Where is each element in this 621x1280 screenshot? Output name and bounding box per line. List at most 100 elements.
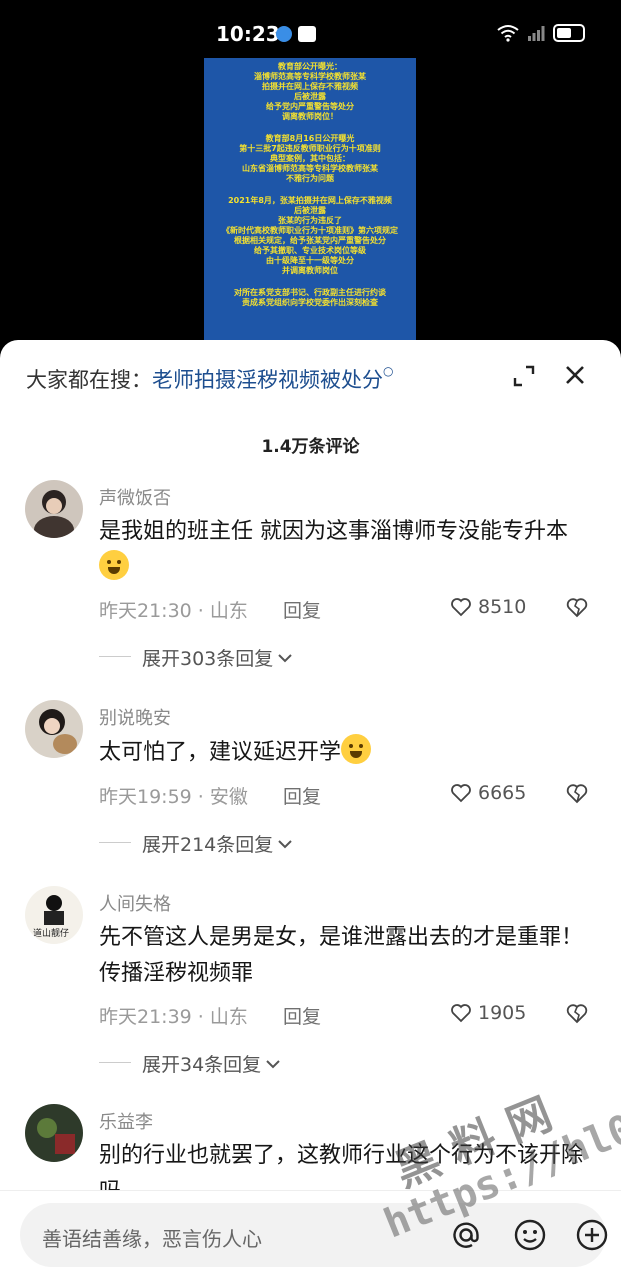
poster-line: 不雅行为问题 bbox=[286, 174, 334, 183]
sweat-smile-emoji-icon bbox=[99, 550, 129, 580]
poster-line: 《新时代高校教师职业行为十项准则》第六项规定 bbox=[222, 226, 398, 235]
comment-input-bar: 善语结善缘，恶言伤人心 bbox=[0, 1190, 621, 1280]
comment-text: 先不管这人是男是女，是谁泄露出去的才是重罪！传播淫秽视频罪 bbox=[99, 925, 584, 986]
reply-button[interactable]: 回复 bbox=[283, 596, 321, 623]
comment-body: 是我姐的班主任 就因为这事淄博师专没能专升本 bbox=[99, 519, 568, 544]
comment-text: 别的行业也就罢了，这教师行业这个行为不该开除吗 bbox=[99, 1143, 584, 1194]
poster-line: 由十级降至十一级等处分 bbox=[266, 256, 354, 265]
avatar[interactable]: 道山靓仔 bbox=[25, 886, 83, 944]
poster-block-4: 对所在系党支部书记、行政副主任进行约谈 责成系党组织向学校党委作出深刻检查 bbox=[204, 288, 416, 308]
comment-text: 是我姐的班主任 就因为这事淄博师专没能专升本 bbox=[99, 514, 594, 587]
heart-icon bbox=[451, 1004, 471, 1023]
heart-icon bbox=[451, 784, 471, 803]
comment-text: 太可怕了，建议延迟开学 bbox=[99, 734, 594, 771]
comment-time-location: 昨天21:39 · 山东 bbox=[99, 1006, 248, 1028]
at-mention-icon[interactable] bbox=[448, 1217, 484, 1253]
poster-line: 第十三批7起违反教师职业行为十项准则 bbox=[239, 144, 381, 153]
comment-username[interactable]: 声微饭否 bbox=[99, 484, 171, 510]
video-player[interactable]: 教育部公开曝光： 淄博师范高等专科学校教师张某 拍摄并在网上保存不雅视频 后被泄… bbox=[0, 58, 621, 348]
poster-line: 2021年8月，张某拍摄并在网上保存不雅视频 bbox=[228, 196, 392, 205]
comment-time-location: 昨天19:59 · 安徽 bbox=[99, 786, 248, 808]
wifi-icon bbox=[497, 25, 519, 42]
poster-block-3: 2021年8月，张某拍摄并在网上保存不雅视频 后被泄露 张某的行为违反了 《新时… bbox=[204, 196, 416, 276]
comment-username[interactable]: 人间失格 bbox=[99, 890, 171, 916]
expand-icon[interactable] bbox=[512, 364, 536, 388]
comment-item: 乐益李 别的行业也就罢了，这教师行业这个行为不该开除吗 bbox=[0, 1104, 621, 1194]
expand-replies-label: 展开34条回复 bbox=[142, 1054, 262, 1076]
poster-line: 责成系党组织向学校党委作出深刻检查 bbox=[242, 298, 378, 307]
comment-input-placeholder: 善语结善缘，恶言伤人心 bbox=[42, 1227, 262, 1251]
comment-item: 道山靓仔 人间失格 先不管这人是男是女，是谁泄露出去的才是重罪！传播淫秽视频罪 … bbox=[0, 886, 621, 1086]
expand-replies-label: 展开214条回复 bbox=[142, 834, 274, 856]
avatar[interactable] bbox=[25, 700, 83, 758]
comment-sheet: 大家都在搜：老师拍摄淫秽视频被处分○ 1.4万条评论 声微饭否 是我姐的班主任 … bbox=[0, 340, 621, 1280]
comment-username[interactable]: 别说晚安 bbox=[99, 704, 171, 730]
search-term-link[interactable]: 老师拍摄淫秽视频被处分 bbox=[152, 368, 383, 392]
like-count: 1905 bbox=[478, 1002, 527, 1024]
poster-line: 教育部公开曝光： bbox=[278, 62, 342, 71]
poster-line: 典型案例，其中包括： bbox=[270, 154, 350, 163]
add-icon[interactable] bbox=[574, 1217, 610, 1253]
chevron-down-icon bbox=[266, 1059, 280, 1068]
poster-line: 淄博师范高等专科学校教师张某 bbox=[254, 72, 366, 81]
huawei-notification-icon bbox=[298, 26, 316, 42]
chevron-down-icon bbox=[278, 839, 292, 848]
like-button[interactable]: 1905 bbox=[450, 1002, 526, 1024]
poster-line: 后被泄露 bbox=[294, 206, 326, 215]
poster-block-2: 教育部8月16日公开曝光 第十三批7起违反教师职业行为十项准则 典型案例，其中包… bbox=[204, 134, 416, 184]
poster-line: 教育部8月16日公开曝光 bbox=[265, 134, 355, 143]
broken-heart-icon[interactable] bbox=[565, 596, 589, 618]
avatar[interactable] bbox=[25, 480, 83, 538]
divider bbox=[99, 656, 131, 657]
divider bbox=[99, 842, 131, 843]
status-time: 10:23 bbox=[216, 22, 280, 46]
emoji-icon[interactable] bbox=[512, 1217, 548, 1253]
status-bar: 10:23 bbox=[0, 0, 621, 58]
poster-line: 调离教师岗位！ bbox=[282, 112, 338, 121]
poster-line: 并调离教师岗位 bbox=[282, 266, 338, 275]
comment-username[interactable]: 乐益李 bbox=[99, 1108, 153, 1134]
poster-line: 张某的行为违反了 bbox=[278, 216, 342, 225]
comment-body: 太可怕了，建议延迟开学 bbox=[99, 740, 342, 765]
close-icon[interactable] bbox=[562, 362, 588, 388]
like-button[interactable]: 8510 bbox=[450, 596, 526, 618]
like-button[interactable]: 6665 bbox=[450, 782, 526, 804]
poster-line: 对所在系党支部书记、行政副主任进行约谈 bbox=[234, 288, 386, 297]
search-prefix: 大家都在搜： bbox=[26, 368, 152, 392]
search-suggestion[interactable]: 大家都在搜：老师拍摄淫秽视频被处分○ bbox=[26, 364, 393, 394]
expand-replies-button[interactable]: 展开214条回复 bbox=[142, 830, 293, 857]
search-icon: ○ bbox=[383, 364, 394, 378]
broken-heart-icon[interactable] bbox=[565, 1002, 589, 1024]
battery-icon bbox=[553, 24, 585, 42]
like-count: 6665 bbox=[478, 782, 527, 804]
expand-replies-button[interactable]: 展开303条回复 bbox=[142, 644, 293, 671]
status-right bbox=[497, 24, 585, 42]
app-notification-icon bbox=[276, 26, 292, 42]
chevron-down-icon bbox=[278, 653, 292, 662]
expand-replies-label: 展开303条回复 bbox=[142, 648, 274, 670]
poster-line: 山东省淄博师范高等专科学校教师张某 bbox=[242, 164, 378, 173]
like-count: 8510 bbox=[478, 596, 527, 618]
poster-line: 给予其撤职、专业技术岗位等级 bbox=[254, 246, 366, 255]
poster-line: 拍摄并在网上保存不雅视频 bbox=[262, 82, 358, 91]
comment-count: 1.4万条评论 bbox=[261, 437, 360, 457]
poster-line: 根据相关规定，给予张某党内严重警告处分 bbox=[234, 236, 386, 245]
expand-replies-button[interactable]: 展开34条回复 bbox=[142, 1050, 281, 1077]
avatar[interactable] bbox=[25, 1104, 83, 1162]
reply-button[interactable]: 回复 bbox=[283, 1002, 321, 1029]
fearful-face-emoji-icon bbox=[341, 734, 372, 764]
poster-line: 给予党内严重警告等处分 bbox=[266, 102, 354, 111]
reply-button[interactable]: 回复 bbox=[283, 782, 321, 809]
comment-item: 声微饭否 是我姐的班主任 就因为这事淄博师专没能专升本 昨天21:30 · 山东… bbox=[0, 480, 621, 680]
avatar-badge: 道山靓仔 bbox=[33, 929, 70, 939]
poster-block-1: 教育部公开曝光： 淄博师范高等专科学校教师张某 拍摄并在网上保存不雅视频 后被泄… bbox=[204, 62, 416, 122]
poster-line: 后被泄露 bbox=[294, 92, 326, 101]
broken-heart-icon[interactable] bbox=[565, 782, 589, 804]
video-poster: 教育部公开曝光： 淄博师范高等专科学校教师张某 拍摄并在网上保存不雅视频 后被泄… bbox=[204, 58, 416, 348]
heart-icon bbox=[451, 598, 471, 617]
divider bbox=[99, 1062, 131, 1063]
comment-item: 别说晚安 太可怕了，建议延迟开学 昨天19:59 · 安徽 回复 6665 展开… bbox=[0, 700, 621, 880]
signal-icon bbox=[528, 26, 545, 41]
comment-time-location: 昨天21:30 · 山东 bbox=[99, 600, 248, 622]
comment-input[interactable]: 善语结善缘，恶言伤人心 bbox=[20, 1203, 608, 1267]
